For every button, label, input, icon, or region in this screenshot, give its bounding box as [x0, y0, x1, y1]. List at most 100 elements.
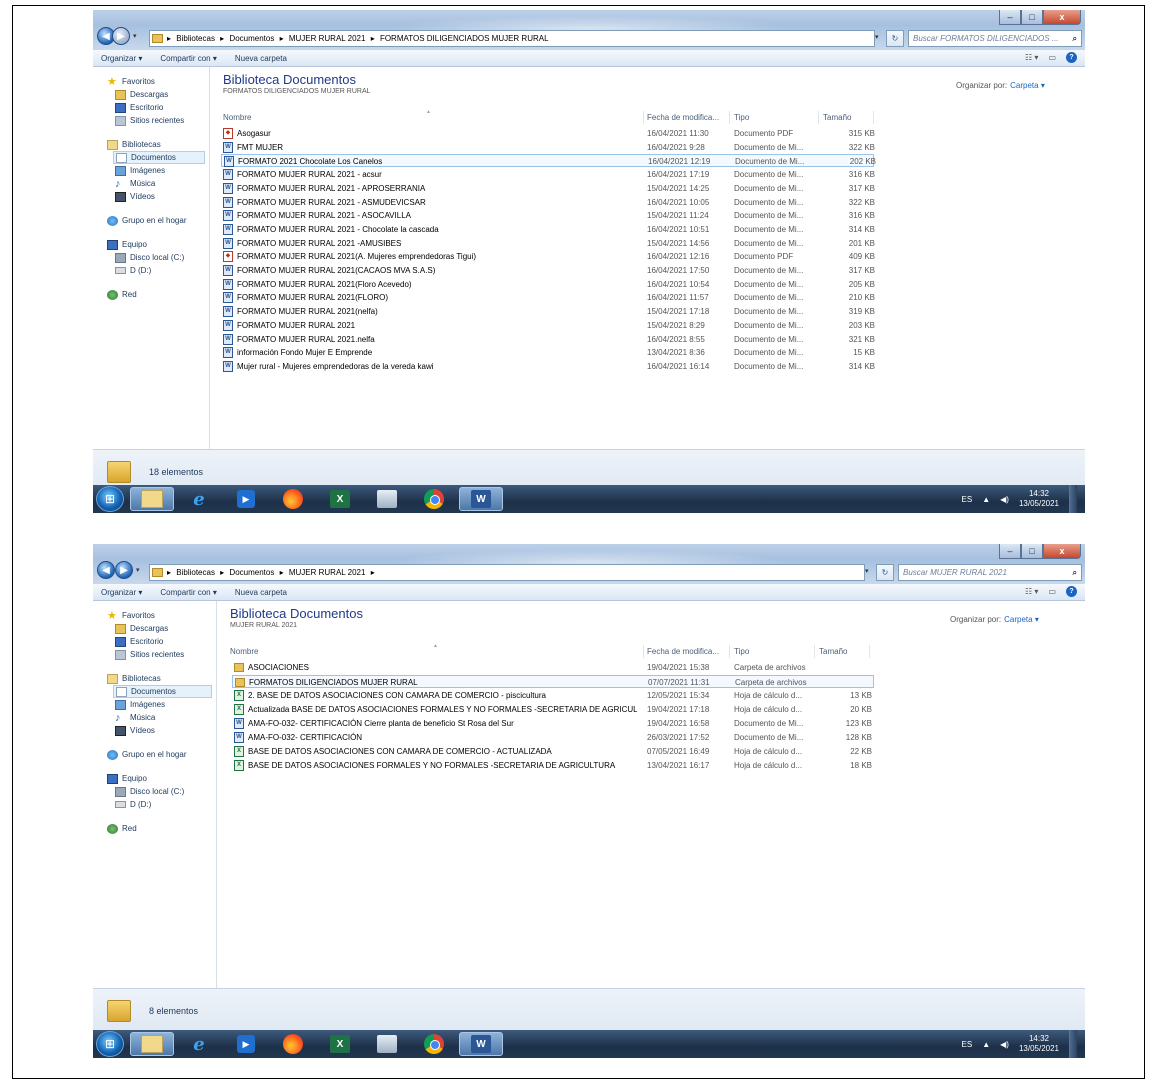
file-row[interactable]: W FORMATO MUJER RURAL 2021 - ASMUDEVICSAR… [221, 196, 875, 209]
show-desktop-button[interactable] [1069, 1030, 1077, 1058]
sidebar-item-network[interactable]: Red [93, 288, 209, 301]
view-options-icon[interactable]: ☷ ▾ [1025, 587, 1038, 596]
volume-icon[interactable]: ◀) [1000, 495, 1009, 504]
file-row[interactable]: ASOCIACIONES 19/04/2021 15:38 Carpeta de a… [232, 661, 874, 674]
column-header-size[interactable]: Tamaño [823, 111, 851, 124]
column-header-date[interactable]: Fecha de modifica... [647, 111, 719, 124]
column-header-name[interactable]: Nombre [223, 111, 251, 124]
file-row[interactable]: X Actualizada BASE DE DATOS ASOCIACIONES … [232, 703, 874, 716]
sidebar-item-favorites[interactable]: ★ Favoritos [93, 75, 209, 88]
preview-pane-icon[interactable]: ▭ [1048, 53, 1056, 62]
file-row[interactable]: Winformación Fondo Mujer E Emprende 13/04… [221, 346, 875, 359]
taskbar-excel[interactable]: X [318, 487, 362, 511]
taskbar-word[interactable]: W [459, 487, 503, 511]
file-row[interactable]: W FORMATO MUJER RURAL 2021 - ASOCAVILLA 15… [221, 209, 875, 222]
breadcrumb-item[interactable]: Bibliotecas [176, 34, 215, 43]
tray-arrow-icon[interactable]: ▲ [982, 495, 990, 504]
breadcrumb-item[interactable]: FORMATOS DILIGENCIADOS MUJER RURAL [380, 34, 549, 43]
sidebar-item-desktop[interactable]: Escritorio [93, 101, 209, 114]
sidebar-item-drive-d[interactable]: D (D:) [93, 264, 209, 277]
taskbar-firefox[interactable] [271, 1032, 315, 1056]
taskbar-ie[interactable]: e [177, 487, 221, 511]
file-row[interactable]: W FORMATO 2021 Chocolate Los Canelos 16/04… [221, 154, 876, 168]
share-button[interactable]: Compartir con ▾ [160, 54, 216, 63]
back-button[interactable]: ◀ [97, 561, 115, 579]
maximize-button[interactable]: □ [1021, 10, 1043, 25]
organize-button[interactable]: Organizar ▾ [101, 588, 142, 597]
file-row[interactable]: W FMT MUJER 16/04/2021 9:28 Documento de Mi… [221, 141, 875, 154]
sidebar-item-music[interactable]: ♪ Música [93, 177, 209, 190]
breadcrumb-item[interactable]: Documentos [229, 34, 274, 43]
file-row[interactable]: FORMATOS DILIGENCIADOS MUJER RURAL 07/07/… [232, 675, 874, 688]
new-folder-button[interactable]: Nueva carpeta [235, 588, 287, 597]
file-row[interactable]: W AMA-FO-032- CERTIFICACIÓN 26/03/2021 17:… [232, 731, 874, 744]
file-row[interactable]: W Mujer rural - Mujeres emprendedoras de … [221, 360, 875, 373]
language-indicator[interactable]: ES [962, 495, 973, 504]
sidebar-item-libraries[interactable]: Bibliotecas [93, 672, 216, 685]
sidebar-item-homegroup[interactable]: Grupo en el hogar [93, 748, 216, 761]
column-header-date[interactable]: Fecha de modifica... [647, 645, 719, 658]
clock[interactable]: 14:32 13/05/2021 [1019, 489, 1059, 509]
sidebar-item-documents[interactable]: Documentos [113, 685, 212, 698]
tray-arrow-icon[interactable]: ▲ [982, 1040, 990, 1049]
file-row[interactable]: W FORMATO MUJER RURAL 2021 - APROSERRANIA… [221, 182, 875, 195]
minimize-button[interactable]: – [999, 10, 1021, 25]
arrange-by-dropdown[interactable]: Carpeta ▾ [1010, 81, 1045, 90]
forward-button[interactable]: ▶ [115, 561, 133, 579]
sidebar-item-favorites[interactable]: ★ Favoritos [93, 609, 216, 622]
taskbar-chrome[interactable] [412, 487, 456, 511]
refresh-icon[interactable]: ↻ [876, 564, 894, 581]
file-row[interactable]: W FORMATO MUJER RURAL 2021 15/04/2021 8:29… [221, 319, 875, 332]
column-header-type[interactable]: Tipo [734, 645, 749, 658]
file-row[interactable]: W FORMATO MUJER RURAL 2021(FLORO) 16/04/20… [221, 291, 875, 304]
file-row[interactable]: W FORMATO MUJER RURAL 2021 - acsur 16/04/2… [221, 168, 875, 181]
address-bar[interactable]: ▸ Bibliotecas ▸ Documentos ▸ MUJER RURAL… [149, 564, 865, 581]
file-row[interactable]: X 2. BASE DE DATOS ASOCIACIONES CON CAMAR… [232, 689, 874, 702]
sidebar-item-images[interactable]: Imágenes [93, 164, 209, 177]
sidebar-item-music[interactable]: ♪ Música [93, 711, 216, 724]
refresh-icon[interactable]: ↻ [886, 30, 904, 47]
sidebar-item-images[interactable]: Imágenes [93, 698, 216, 711]
share-button[interactable]: Compartir con ▾ [160, 588, 216, 597]
sidebar-item-libraries[interactable]: Bibliotecas [93, 138, 209, 151]
address-dropdown-icon[interactable]: ▾ [875, 33, 879, 41]
taskbar-media[interactable]: ▶ [224, 1032, 268, 1056]
search-icon[interactable]: ⌕ [1073, 34, 1077, 44]
file-row[interactable]: ⬥ Asogasur 16/04/2021 11:30 Documento PDF 31… [221, 127, 875, 140]
file-row[interactable]: W FORMATO MUJER RURAL 2021.nelfa 16/04/202… [221, 333, 875, 346]
taskbar-word[interactable]: W [459, 1032, 503, 1056]
volume-icon[interactable]: ◀) [1000, 1040, 1009, 1049]
column-header-size[interactable]: Tamaño [819, 645, 847, 658]
sidebar-item-computer[interactable]: Equipo [93, 772, 216, 785]
column-header-type[interactable]: Tipo [734, 111, 749, 124]
taskbar-media[interactable]: ▶ [224, 487, 268, 511]
breadcrumb-item[interactable]: Bibliotecas [176, 568, 215, 577]
sidebar-item-desktop[interactable]: Escritorio [93, 635, 216, 648]
breadcrumb-item[interactable]: Documentos [229, 568, 274, 577]
file-row[interactable]: X BASE DE DATOS ASOCIACIONES FORMALES Y N… [232, 759, 874, 772]
sidebar-item-downloads[interactable]: Descargas [93, 88, 209, 101]
show-desktop-button[interactable] [1069, 485, 1077, 513]
close-button[interactable]: x [1043, 10, 1081, 25]
taskbar-excel[interactable]: X [318, 1032, 362, 1056]
file-row[interactable]: ⬥ FORMATO MUJER RURAL 2021(A. Mujeres emp… [221, 250, 875, 263]
taskbar-network[interactable] [365, 1032, 409, 1056]
taskbar-network[interactable] [365, 487, 409, 511]
search-input[interactable]: Buscar FORMATOS DILIGENCIADOS ... ⌕ [908, 30, 1082, 47]
taskbar-explorer[interactable] [130, 487, 174, 511]
maximize-button[interactable]: □ [1021, 544, 1043, 559]
minimize-button[interactable]: – [999, 544, 1021, 559]
file-row[interactable]: W FORMATO MUJER RURAL 2021(nelfa) 15/04/20… [221, 305, 875, 318]
address-bar[interactable]: ▸ Bibliotecas ▸ Documentos ▸ MUJER RURAL… [149, 30, 875, 47]
view-options-icon[interactable]: ☷ ▾ [1025, 53, 1038, 62]
sidebar-item-downloads[interactable]: Descargas [93, 622, 216, 635]
sidebar-item-network[interactable]: Red [93, 822, 216, 835]
sidebar-item-computer[interactable]: Equipo [93, 238, 209, 251]
forward-button[interactable]: ▶ [112, 27, 130, 45]
sidebar-item-homegroup[interactable]: Grupo en el hogar [93, 214, 209, 227]
preview-pane-icon[interactable]: ▭ [1048, 587, 1056, 596]
sidebar-item-documents[interactable]: Documentos [113, 151, 205, 164]
help-icon[interactable]: ? [1066, 586, 1077, 597]
start-button[interactable]: ⊞ [96, 1031, 124, 1057]
history-dropdown-icon[interactable]: ▾ [136, 566, 140, 574]
